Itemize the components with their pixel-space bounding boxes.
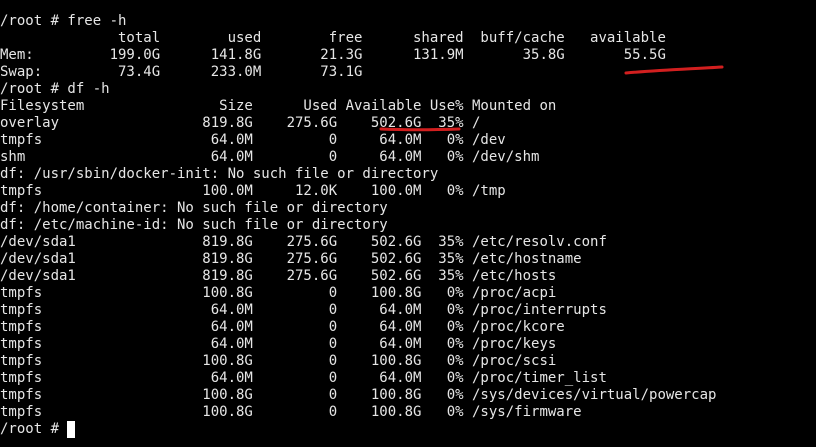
terminal-line: /dev/sda1 819.8G 275.6G 502.6G 35% /etc/… — [0, 268, 557, 284]
terminal-line: tmpfs 64.0M 0 64.0M 0% /dev — [0, 132, 506, 148]
terminal-line: tmpfs 100.8G 0 100.8G 0% /proc/acpi — [0, 285, 557, 301]
terminal-line: tmpfs 100.8G 0 100.8G 0% /sys/firmware — [0, 404, 582, 420]
terminal-line: total used free shared buff/cache availa… — [0, 30, 666, 46]
terminal-line: df: /etc/machine-id: No such file or dir… — [0, 217, 388, 233]
terminal-line: /root # free -h — [0, 13, 127, 29]
terminal-line: tmpfs 64.0M 0 64.0M 0% /proc/timer_list — [0, 370, 607, 386]
terminal-line: tmpfs 64.0M 0 64.0M 0% /proc/keys — [0, 336, 557, 352]
terminal-line: Filesystem Size Used Available Use% Moun… — [0, 98, 557, 114]
terminal-line: tmpfs 100.8G 0 100.8G 0% /proc/scsi — [0, 353, 557, 369]
terminal-line: /root # df -h — [0, 81, 110, 97]
terminal-line: df: /usr/sbin/docker-init: No such file … — [0, 166, 439, 182]
terminal-cursor[interactable] — [67, 421, 76, 438]
terminal-line: overlay 819.8G 275.6G 502.6G 35% / — [0, 115, 481, 131]
terminal-line: /dev/sda1 819.8G 275.6G 502.6G 35% /etc/… — [0, 234, 607, 250]
terminal-line: df: /home/container: No such file or dir… — [0, 200, 388, 216]
terminal-prompt-line[interactable]: /root # — [0, 421, 716, 438]
terminal-line: tmpfs 100.0M 12.0K 100.0M 0% /tmp — [0, 183, 506, 199]
terminal-line: /dev/sda1 819.8G 275.6G 502.6G 35% /etc/… — [0, 251, 582, 267]
terminal-line: Mem: 199.0G 141.8G 21.3G 131.9M 35.8G 55… — [0, 47, 666, 63]
terminal-line: Swap: 73.4G 233.0M 73.1G — [0, 64, 363, 80]
terminal-line: tmpfs 64.0M 0 64.0M 0% /proc/kcore — [0, 319, 565, 335]
terminal-line: tmpfs 100.8G 0 100.8G 0% /sys/devices/vi… — [0, 387, 717, 403]
terminal-line: tmpfs 64.0M 0 64.0M 0% /proc/interrupts — [0, 302, 607, 318]
terminal-prompt: /root # — [0, 421, 68, 437]
terminal-window[interactable]: /root # free -h total used free shared b… — [0, 0, 816, 447]
terminal-line: shm 64.0M 0 64.0M 0% /dev/shm — [0, 149, 540, 165]
terminal-output: /root # free -h total used free shared b… — [0, 13, 716, 438]
